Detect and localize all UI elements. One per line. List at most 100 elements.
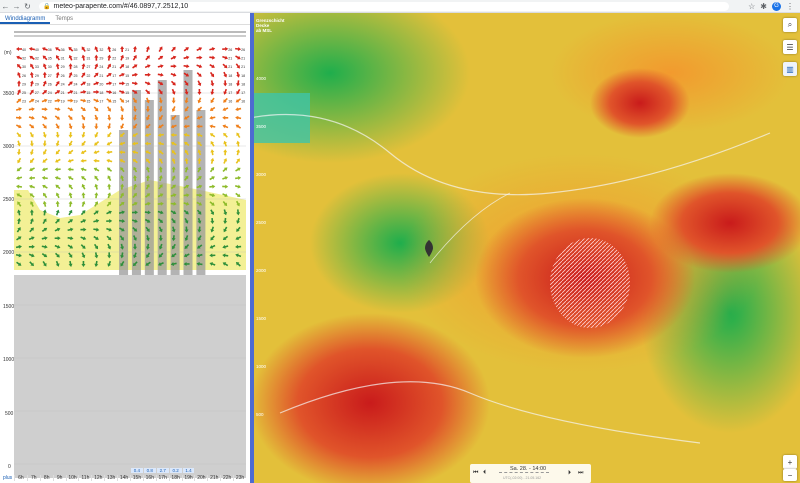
wind-arrow-icon	[94, 123, 99, 130]
hour-label[interactable]: 6h	[14, 475, 27, 481]
wind-arrow-icon	[171, 46, 176, 52]
hour-label[interactable]: 17h	[155, 475, 169, 481]
wind-speed-label: 32	[86, 48, 90, 52]
wind-speed-label: 25	[22, 91, 26, 95]
wind-arrow-icon	[42, 140, 47, 147]
wind-arrow-icon	[131, 81, 138, 86]
legend-label: 2000	[256, 268, 267, 273]
hour-label[interactable]: 15h	[130, 475, 143, 481]
wind-arrow-icon	[17, 149, 21, 156]
wind-arrow-icon	[15, 124, 22, 129]
zoom-out-button[interactable]: −	[783, 469, 797, 481]
wind-arrow-icon	[120, 46, 125, 53]
time-slider[interactable]	[499, 472, 549, 474]
wind-arrow-icon	[170, 64, 177, 69]
wind-arrow-icon	[16, 132, 21, 138]
wind-arrow-icon	[68, 200, 73, 207]
wind-arrow-icon	[80, 167, 87, 172]
hour-label[interactable]: 19h	[181, 475, 195, 481]
wind-arrow-icon	[223, 158, 228, 164]
wind-arrow-icon	[106, 150, 113, 155]
hour-label[interactable]: 23h	[233, 475, 246, 481]
hour-label[interactable]: 18h	[168, 475, 182, 481]
alt-label-500: 500	[5, 411, 14, 417]
wind-speed-label: 32	[74, 57, 78, 61]
hour-label[interactable]: 22h	[220, 475, 233, 481]
back-icon[interactable]: ←	[0, 2, 11, 11]
hour-label[interactable]: 9h	[52, 475, 66, 481]
wind-arrow-icon	[94, 114, 99, 121]
reload-icon[interactable]: ↻	[22, 2, 33, 11]
wind-speed-label: 36	[48, 48, 52, 52]
avatar[interactable]: G	[772, 1, 781, 11]
address-bar[interactable]: 🔒 meteo-parapente.com/#/46.0897,7.2512,1…	[39, 1, 729, 11]
wind-arrow-icon	[17, 157, 22, 164]
hour-label[interactable]: 8h	[39, 475, 53, 481]
wind-speed-label: 32	[99, 48, 103, 52]
forward-icon[interactable]: →	[11, 2, 22, 11]
wind-arrow-icon	[107, 54, 112, 61]
wind-speed-label: 18	[228, 74, 232, 78]
wind-arrow-icon	[81, 114, 86, 121]
hour-label[interactable]: 11h	[78, 475, 91, 481]
zoom-in-button[interactable]: +	[783, 455, 797, 469]
hour-label[interactable]: 20h	[194, 475, 207, 481]
boundary-layer-map	[250, 13, 800, 483]
wind-arrow-icon	[120, 106, 124, 113]
alt-label-3000: 3000	[3, 144, 14, 150]
step-forward-icon[interactable]: ⏵	[568, 470, 571, 477]
hour-label[interactable]: 16h	[142, 475, 156, 481]
map-view[interactable]: Grenzschicht Decke ab MSL 4000 3500 3000 25…	[250, 13, 800, 483]
wind-arrow-icon	[28, 107, 35, 112]
wind-arrow-icon	[41, 176, 48, 180]
tab-temps[interactable]: Temps	[50, 13, 78, 24]
extensions-icon[interactable]: ✱	[760, 2, 767, 11]
wind-arrow-icon	[68, 192, 73, 199]
hour-label[interactable]: 13h	[104, 475, 117, 481]
chart-icon[interactable]: ▥	[783, 62, 797, 76]
wind-speed-label: 29	[35, 82, 39, 86]
hour-label[interactable]: 7h	[26, 475, 40, 481]
star-icon[interactable]: ☆	[748, 2, 755, 11]
wind-arrow-icon	[54, 107, 61, 112]
hour-label[interactable]: 14h	[117, 475, 130, 481]
wind-arrow-icon	[42, 123, 47, 129]
wind-speed-label: 18	[125, 65, 129, 69]
wind-speed-label: 15	[112, 100, 116, 104]
wind-speed-label: 35	[74, 48, 78, 52]
wind-arrow-icon	[68, 149, 74, 155]
step-back-icon[interactable]: ⏴	[483, 470, 486, 477]
wind-arrow-icon	[209, 133, 216, 138]
wind-speed-label: 27	[86, 65, 90, 69]
time-sublabel: UTC(-02:00) - 21.05.162	[503, 476, 542, 480]
legend-label: 500	[256, 412, 264, 417]
wind-arrow-icon	[235, 176, 242, 180]
search-icon[interactable]: ⌕	[783, 18, 797, 32]
plus-link[interactable]: plus	[3, 475, 12, 481]
hour-label[interactable]: 10h	[65, 475, 79, 481]
precip-value: 0.4	[131, 468, 143, 473]
settings-sliders-icon[interactable]: ☰	[783, 40, 797, 54]
skip-forward-icon[interactable]: ⏭	[578, 470, 583, 477]
wind-speed-label: 24	[48, 91, 52, 95]
wind-speed-label: 22	[48, 100, 52, 104]
wind-speed-label: 40	[35, 48, 39, 52]
hour-label[interactable]: 12h	[91, 475, 104, 481]
menu-icon[interactable]: ⋮	[786, 2, 794, 11]
wind-speed-label: 24	[74, 82, 78, 86]
wind-arrow-icon	[107, 46, 112, 53]
wind-arrow-icon	[183, 47, 189, 52]
tab-winddiagramm[interactable]: Winddiagramm	[0, 13, 51, 24]
skip-back-icon[interactable]: ⏮	[473, 470, 478, 477]
hour-label[interactable]: 21h	[207, 475, 220, 481]
wind-speed-label: 21	[228, 57, 232, 61]
legend-title-3: ab MSL	[256, 28, 272, 33]
wind-speed-label: 23	[22, 100, 26, 104]
wind-diagram: 40 40 36 36 35 32 32 26 21 26 26 32 32 35 31 32 31 29 22 19…	[3, 46, 246, 478]
wind-arrow-icon	[41, 107, 48, 112]
wind-speed-label: 20	[99, 82, 103, 86]
wind-arrow-icon	[197, 80, 202, 87]
cloud-column	[144, 100, 154, 275]
legend-label: 3000	[256, 172, 267, 177]
wind-arrow-icon	[94, 175, 99, 181]
